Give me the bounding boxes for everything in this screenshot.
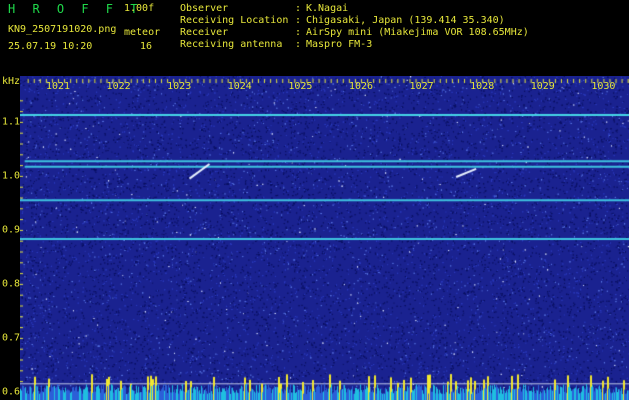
version-label: 1.00f	[124, 3, 155, 14]
antenna-value: Maspro FM-3	[306, 39, 373, 50]
x-tick-label: 1024	[227, 81, 252, 92]
file-name: KN9_2507191020.png	[8, 24, 117, 35]
location-value: Chigasaki, Japan (139.414 35.340)	[306, 15, 505, 26]
y-tick-label: 0.8	[2, 278, 21, 290]
app-name: H R O F F T	[8, 2, 143, 16]
receiver-label: Receiver	[180, 27, 229, 38]
meteor-label: meteor	[124, 27, 161, 38]
x-tick-label: 1023	[167, 81, 192, 92]
x-tick-label: 1022	[106, 81, 131, 92]
x-tick-label: 1025	[288, 81, 313, 92]
observer-separator: :	[295, 3, 302, 14]
receiver-separator: :	[295, 27, 302, 38]
y-tick-label: 0.6	[2, 386, 21, 398]
y-tick-label: 1.0	[2, 170, 21, 182]
x-tick-label: 1021	[45, 81, 71, 92]
x-tick-label: 1026	[348, 81, 374, 92]
observer-label: Observer	[180, 3, 229, 14]
meteor-count: 16	[140, 41, 153, 52]
x-tick-label: 1027	[409, 81, 434, 92]
antenna-label: Receiving antenna	[180, 39, 283, 50]
datetime-label: 25.07.19 10:20	[8, 41, 93, 52]
location-label: Receiving Location	[180, 15, 289, 26]
observer-value: K.Nagai	[306, 3, 349, 14]
x-tick-label: 1030	[591, 81, 616, 92]
spectrogram-canvas[interactable]	[20, 76, 629, 400]
x-tick-label: 1029	[530, 81, 555, 92]
y-tick-label: 1.1	[2, 116, 21, 128]
antenna-separator: :	[295, 39, 302, 50]
y-tick-label: 0.7	[2, 332, 21, 344]
y-tick-label: 0.9	[2, 224, 21, 236]
y-unit-label: kHz	[2, 76, 21, 87]
receiver-value: AirSpy mini (Miakejima VOR 108.65MHz)	[306, 27, 529, 38]
location-separator: :	[295, 15, 302, 26]
x-tick-label: 1028	[470, 81, 495, 92]
